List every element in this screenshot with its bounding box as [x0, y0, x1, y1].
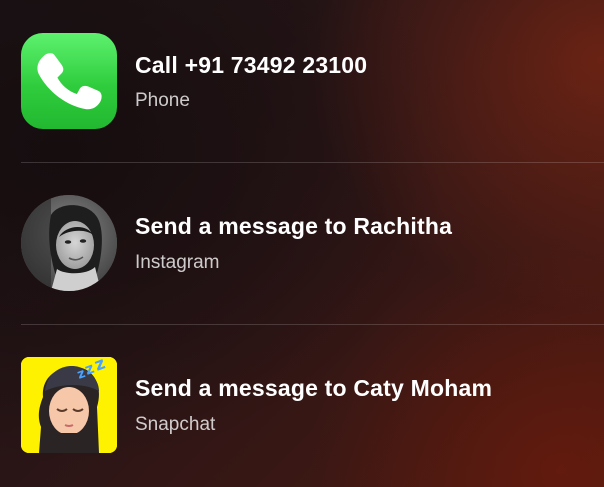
suggestion-snapchat-message[interactable]: z z z Send a message to Caty Moham Snapc… — [0, 325, 604, 487]
suggestion-instagram-message[interactable]: Send a message to Rachitha Instagram — [0, 163, 604, 325]
suggestion-title: Send a message to Caty Moham — [135, 375, 493, 401]
suggestion-title: Send a message to Rachitha — [135, 213, 453, 239]
phone-app-icon — [21, 33, 117, 129]
suggestion-app-name: Snapchat — [135, 414, 216, 435]
siri-suggestions-list: Call +91 73492 23100 Phone Send a messag… — [0, 0, 604, 487]
suggestion-title: Call +91 73492 23100 — [135, 52, 368, 78]
suggestion-call-phone[interactable]: Call +91 73492 23100 Phone — [0, 0, 604, 162]
phone-handset-icon — [37, 53, 102, 110]
snapchat-bitmoji-icon: z z z — [21, 357, 117, 453]
suggestion-app-name: Instagram — [135, 252, 220, 273]
bitmoji-avatar: z z z — [21, 357, 117, 453]
contact-avatar — [21, 195, 117, 291]
contact-photo — [21, 195, 117, 291]
suggestion-app-name: Phone — [135, 90, 190, 111]
